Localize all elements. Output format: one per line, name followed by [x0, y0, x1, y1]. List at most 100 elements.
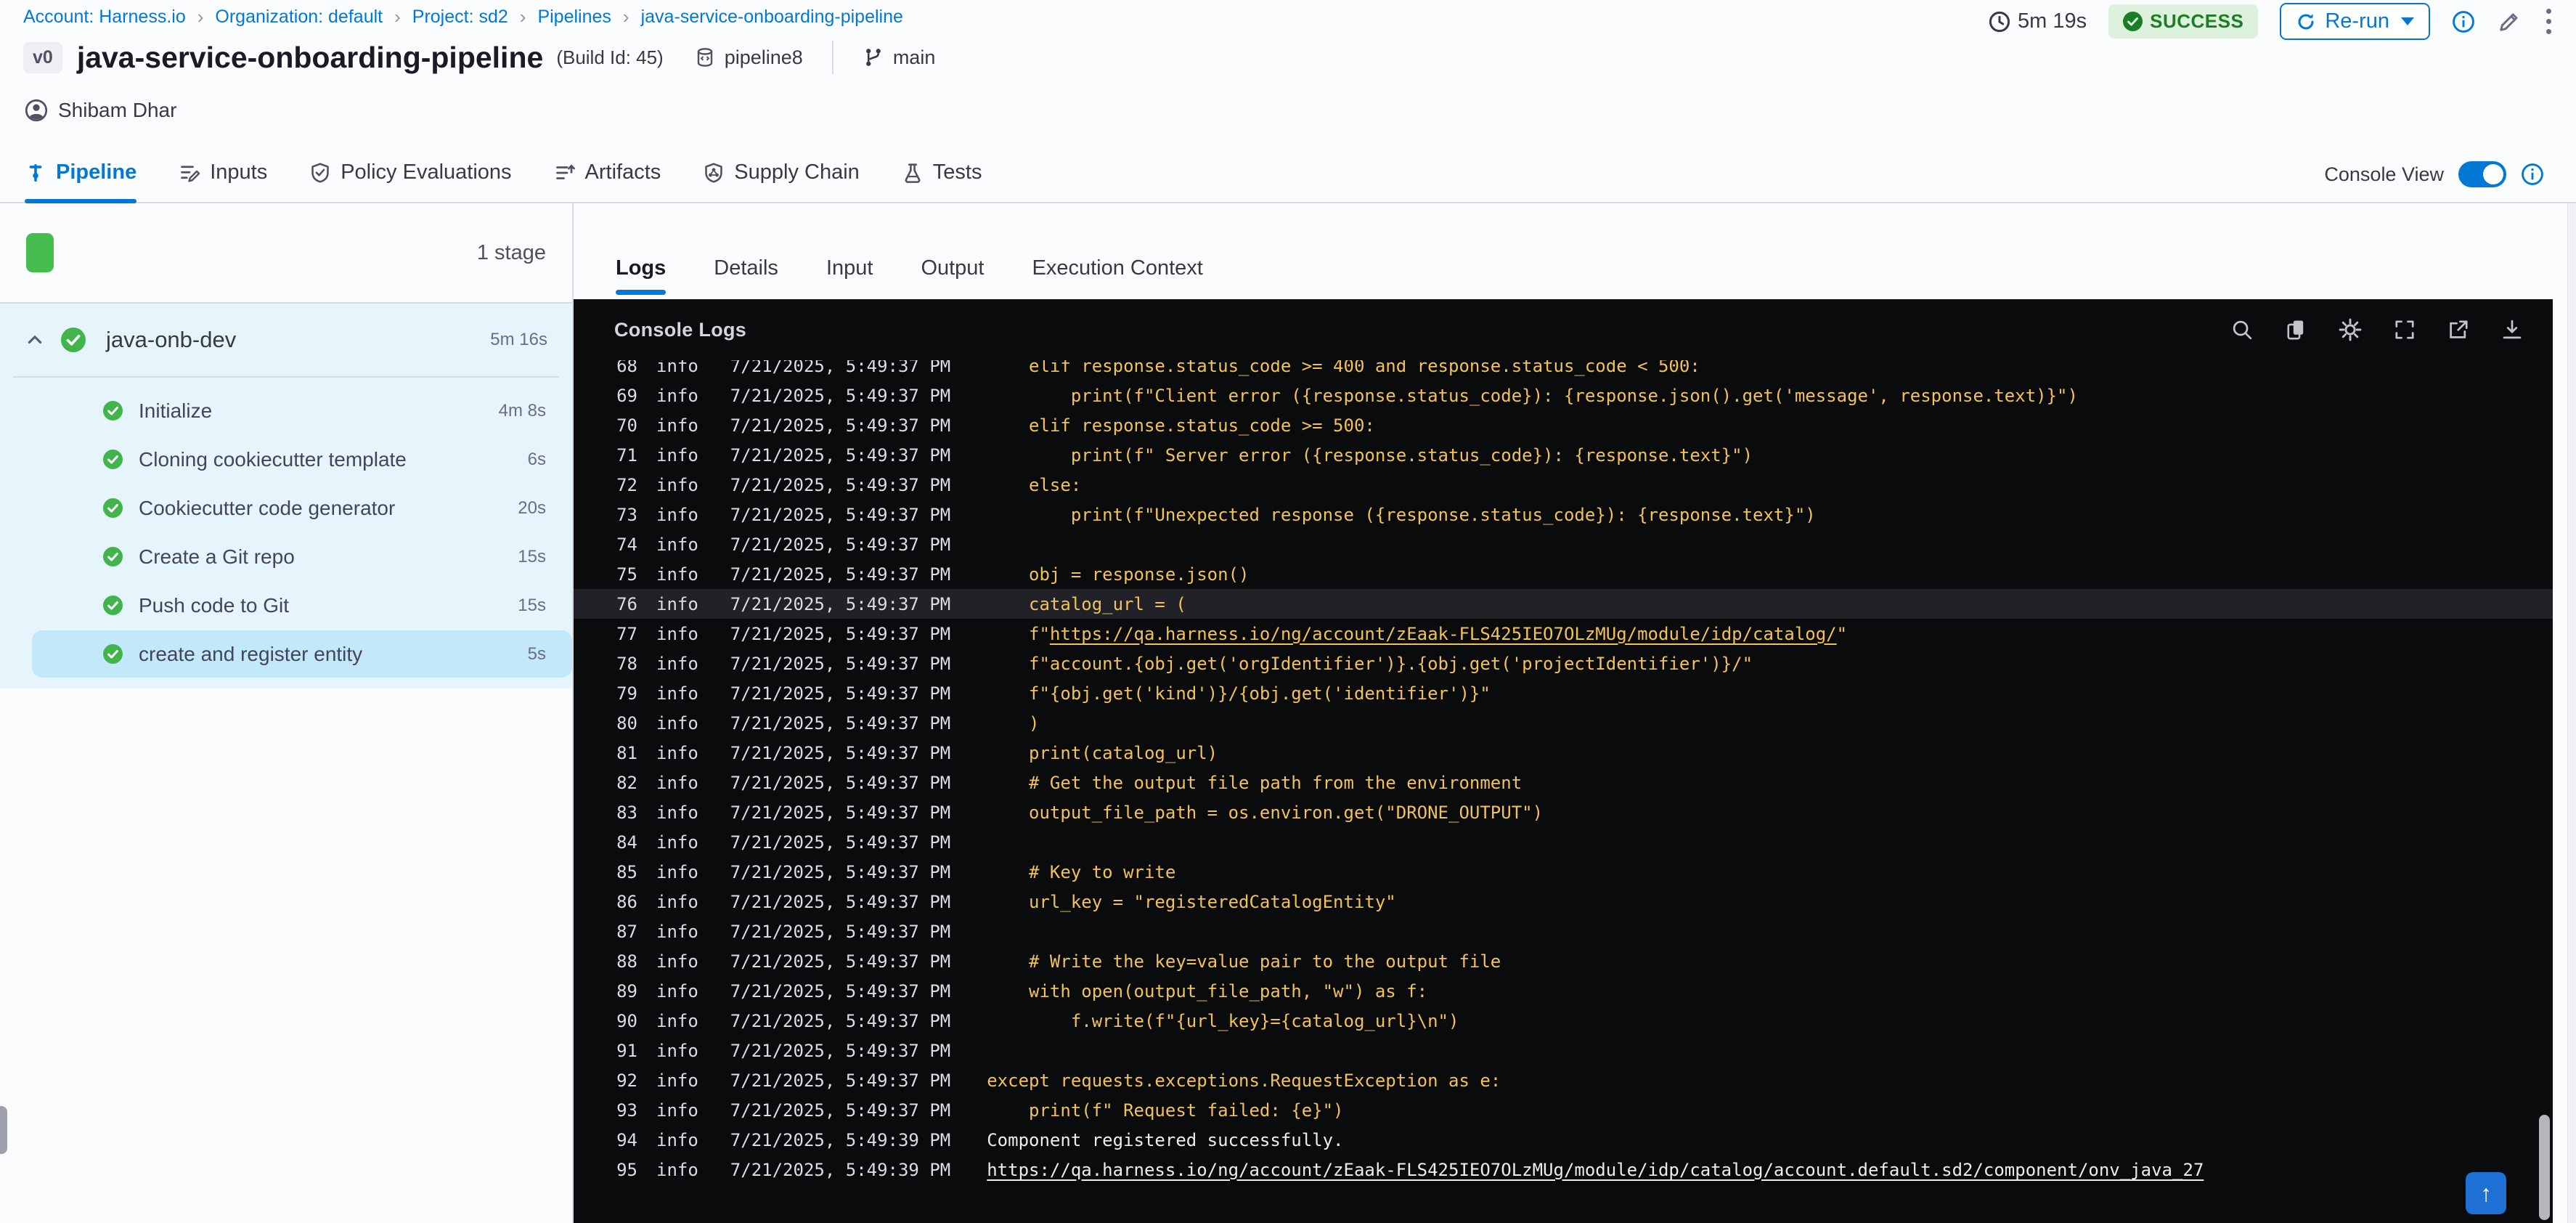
log-line-number: 88	[616, 951, 637, 972]
refresh-icon	[2296, 12, 2316, 32]
execution-actions: 5m 19s SUCCESS Re-run	[1989, 3, 2554, 40]
log-line-level: info	[656, 832, 698, 853]
log-line-timestamp: 7/21/2025, 5:49:39 PM	[730, 1129, 951, 1150]
avatar	[25, 99, 48, 122]
log-line: 91 info 7/21/2025, 5:49:37 PM	[574, 1036, 2553, 1065]
tab-supply-chain[interactable]: Supply Chain	[703, 161, 860, 202]
step-row[interactable]: Initialize 4m 8s	[0, 386, 572, 435]
log-line-timestamp: 7/21/2025, 5:49:37 PM	[730, 444, 951, 466]
log-line: 69 info 7/21/2025, 5:49:37 PM print(f"Cl…	[574, 381, 2553, 410]
log-line-timestamp: 7/21/2025, 5:49:37 PM	[730, 683, 951, 704]
breadcrumb-project[interactable]: Project: sd2	[412, 7, 508, 28]
info-icon[interactable]	[2521, 163, 2544, 186]
scroll-to-top-button[interactable]: ↑	[2466, 1172, 2506, 1214]
log-line-code: else:	[987, 474, 1082, 495]
step-row[interactable]: Cloning cookiecutter template 6s	[0, 435, 572, 484]
chevron-down-icon[interactable]	[2401, 17, 2414, 25]
tab-inputs[interactable]: Inputs	[179, 161, 267, 202]
log-line-code: https://qa.harness.io/ng/account/zEaak-F…	[987, 1160, 2204, 1180]
left-edge-drag-handle[interactable]	[0, 1106, 7, 1154]
log-line: 90 info 7/21/2025, 5:49:37 PM f.write(f"…	[574, 1006, 2553, 1036]
tab-policy-evaluations[interactable]: Policy Evaluations	[309, 161, 512, 202]
log-line-number: 94	[616, 1129, 637, 1150]
edit-pencil-icon[interactable]	[2497, 9, 2522, 34]
stage-row[interactable]: java-onb-dev 5m 16s	[0, 304, 572, 376]
log-link[interactable]: https://qa.harness.io/ng/account/zEaak-F…	[1050, 624, 1837, 644]
log-line-level: info	[656, 534, 698, 555]
settings-gear-icon[interactable]	[2338, 317, 2363, 342]
log-line-timestamp: 7/21/2025, 5:49:37 PM	[730, 832, 951, 853]
open-in-new-icon[interactable]	[2447, 318, 2470, 341]
log-line: 85 info 7/21/2025, 5:49:37 PM # Key to w…	[574, 857, 2553, 887]
log-link[interactable]: https://qa.harness.io/ng/account/zEaak-F…	[987, 1160, 2204, 1180]
stage-section: java-onb-dev 5m 16s Initialize 4m 8s Clo…	[0, 304, 572, 688]
tab-execution-context[interactable]: Execution Context	[1032, 256, 1203, 299]
stage-success-icon	[61, 328, 86, 352]
copy-icon[interactable]	[2284, 318, 2307, 341]
log-line-code: elif response.status_code >= 400 and res…	[987, 360, 1700, 376]
page-title: java-service-onboarding-pipeline	[76, 40, 544, 74]
log-line-level: info	[656, 474, 698, 495]
fullscreen-icon[interactable]	[2393, 318, 2416, 341]
tab-output[interactable]: Output	[921, 256, 984, 299]
search-icon[interactable]	[2230, 318, 2254, 341]
log-line-number: 78	[616, 653, 637, 674]
step-success-icon	[103, 450, 123, 469]
download-icon[interactable]	[2500, 318, 2524, 341]
step-row[interactable]: Create a Git repo 15s	[0, 532, 572, 581]
log-line-code: output_file_path = os.environ.get("DRONE…	[987, 802, 1544, 823]
breadcrumb-separator: ›	[394, 5, 401, 28]
log-line-code: # Get the output file path from the envi…	[987, 772, 1523, 793]
log-line-number: 89	[616, 980, 637, 1001]
log-line-level: info	[656, 360, 698, 376]
tab-pipeline[interactable]: Pipeline	[25, 161, 137, 203]
breadcrumb-separator: ›	[197, 5, 204, 28]
tab-details[interactable]: Details	[714, 256, 778, 299]
step-name: Create a Git repo	[139, 545, 295, 568]
step-row[interactable]: create and register entity 5s	[0, 630, 572, 678]
log-line-timestamp: 7/21/2025, 5:49:37 PM	[730, 1100, 951, 1121]
breadcrumb-pipelines[interactable]: Pipelines	[537, 7, 611, 28]
console-log-body: 68 info 7/21/2025, 5:49:37 PM elif respo…	[574, 360, 2553, 1223]
log-line: 79 info 7/21/2025, 5:49:37 PM f"{obj.get…	[574, 678, 2553, 708]
step-success-icon	[103, 401, 123, 420]
log-line-timestamp: 7/21/2025, 5:49:37 PM	[730, 980, 951, 1001]
step-duration: 15s	[518, 546, 546, 566]
log-line-timestamp: 7/21/2025, 5:49:37 PM	[730, 474, 951, 495]
artifacts-icon	[555, 164, 575, 179]
log-line-number: 74	[616, 534, 637, 555]
log-line: 68 info 7/21/2025, 5:49:37 PM elif respo…	[574, 360, 2553, 381]
log-line: 95 info 7/21/2025, 5:49:39 PM https://qa…	[574, 1155, 2553, 1185]
step-success-icon	[103, 644, 123, 664]
log-line-level: info	[656, 712, 698, 734]
tab-artifacts[interactable]: Artifacts	[554, 161, 661, 202]
rerun-button[interactable]: Re-run	[2280, 3, 2430, 40]
breadcrumb-separator: ›	[519, 5, 526, 28]
info-icon[interactable]	[2452, 10, 2475, 33]
step-row[interactable]: Cookiecutter code generator 20s	[0, 484, 572, 532]
console-view-label: Console View	[2324, 163, 2444, 185]
log-line-level: info	[656, 861, 698, 882]
build-id: (Build Id: 45)	[556, 46, 664, 68]
step-row[interactable]: Push code to Git 15s	[0, 581, 572, 630]
arrow-up-icon: ↑	[2480, 1179, 2492, 1206]
log-line-timestamp: 7/21/2025, 5:49:37 PM	[730, 593, 951, 614]
console-view-toggle[interactable]	[2458, 161, 2506, 187]
tab-tests[interactable]: Tests	[902, 161, 982, 202]
breadcrumb-account[interactable]: Account: Harness.io	[23, 7, 186, 28]
log-line-level: info	[656, 1159, 698, 1180]
git-branch-icon	[863, 46, 884, 68]
log-line: 73 info 7/21/2025, 5:49:37 PM print(f"Un…	[574, 500, 2553, 529]
log-line-timestamp: 7/21/2025, 5:49:37 PM	[730, 504, 951, 525]
page-scrollbar-track[interactable]	[2567, 203, 2576, 1223]
log-scrollbar-thumb[interactable]	[2539, 1115, 2550, 1220]
breadcrumb-organization[interactable]: Organization: default	[215, 7, 383, 28]
breadcrumb-pipeline-name[interactable]: java-service-onboarding-pipeline	[641, 7, 903, 28]
log-line-timestamp: 7/21/2025, 5:49:37 PM	[730, 360, 951, 376]
chevron-up-icon[interactable]	[25, 330, 45, 350]
tab-logs[interactable]: Logs	[616, 256, 667, 299]
log-line-timestamp: 7/21/2025, 5:49:37 PM	[730, 921, 951, 942]
more-options-icon[interactable]	[2543, 6, 2554, 37]
log-line-number: 81	[616, 742, 637, 763]
tab-input[interactable]: Input	[826, 256, 873, 299]
